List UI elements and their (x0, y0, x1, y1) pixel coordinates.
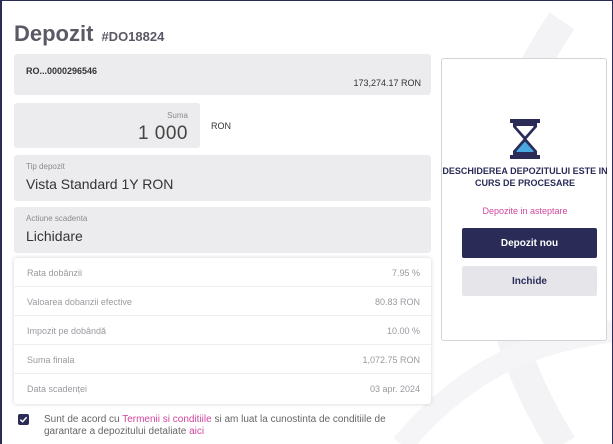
detail-value: 80.83 RON (374, 297, 420, 307)
detail-label: Rata dobânzii (27, 268, 83, 278)
source-account-selector[interactable]: RO...0000296546 173,274.17 RON (14, 54, 431, 95)
guarantee-details-link[interactable]: aici (189, 426, 204, 437)
maturity-action-select[interactable]: Actiune scadenta Lichidare (14, 207, 431, 253)
detail-label: Data scadenței (27, 384, 88, 394)
detail-row: Impozit pe dobândă 10.00 % (14, 316, 431, 345)
detail-value: 1,072.75 RON (362, 355, 420, 365)
deposit-details-card: Rata dobânzii 7.95 % Valoarea dobanzii e… (14, 258, 431, 404)
terms-link[interactable]: Termenii si conditiile (122, 414, 211, 425)
amount-label: Suma (167, 111, 188, 120)
deposit-code: #DO18824 (101, 29, 165, 44)
check-icon (19, 416, 28, 423)
terms-text-start: Sunt de acord cu (44, 414, 123, 425)
processing-message: DESCHIDEREA DEPOZITULUI ESTE IN CURS DE … (442, 166, 608, 188)
pending-deposits-link[interactable]: Depozite in asteptare (442, 206, 608, 216)
account-number: RO...0000296546 (26, 66, 98, 76)
detail-value: 7.95 % (391, 268, 420, 278)
detail-value: 10.00 % (386, 326, 420, 336)
detail-row: Suma finala 1,072.75 RON (14, 345, 431, 374)
status-panel: DESCHIDEREA DEPOZITULUI ESTE IN CURS DE … (441, 58, 608, 341)
account-balance: 173,274.17 RON (353, 78, 421, 88)
new-deposit-button[interactable]: Depozit nou (462, 228, 597, 258)
detail-label: Suma finala (27, 355, 75, 365)
hourglass-icon (510, 119, 540, 159)
detail-label: Impozit pe dobândă (27, 326, 107, 336)
amount-field[interactable]: Suma 1 000 (14, 103, 200, 148)
terms-agreement-text: Sunt de acord cu Termenii si conditiile … (44, 414, 429, 438)
detail-row: Rata dobânzii 7.95 % (14, 258, 431, 287)
detail-row: Data scadenței 03 apr. 2024 (14, 374, 431, 403)
detail-row: Valoarea dobanzii efective 80.83 RON (14, 287, 431, 316)
amount-currency: RON (211, 121, 231, 131)
deposit-window: Depozit #DO18824 RO...0000296546 173,274… (0, 0, 613, 444)
detail-value: 03 apr. 2024 (369, 384, 420, 394)
amount-value: 1 000 (137, 123, 188, 144)
close-button[interactable]: Inchide (462, 266, 597, 296)
maturity-action-label: Actiune scadenta (26, 214, 88, 223)
maturity-action-value: Lichidare (26, 228, 83, 244)
page-title-text: Depozit (14, 21, 94, 46)
detail-label: Valoarea dobanzii efective (27, 297, 132, 307)
deposit-type-label: Tip depozit (26, 162, 65, 171)
deposit-type-select[interactable]: Tip depozit Vista Standard 1Y RON (14, 155, 431, 201)
page-title: Depozit #DO18824 (14, 21, 164, 47)
deposit-type-value: Vista Standard 1Y RON (26, 176, 174, 192)
terms-checkbox[interactable] (18, 414, 29, 425)
